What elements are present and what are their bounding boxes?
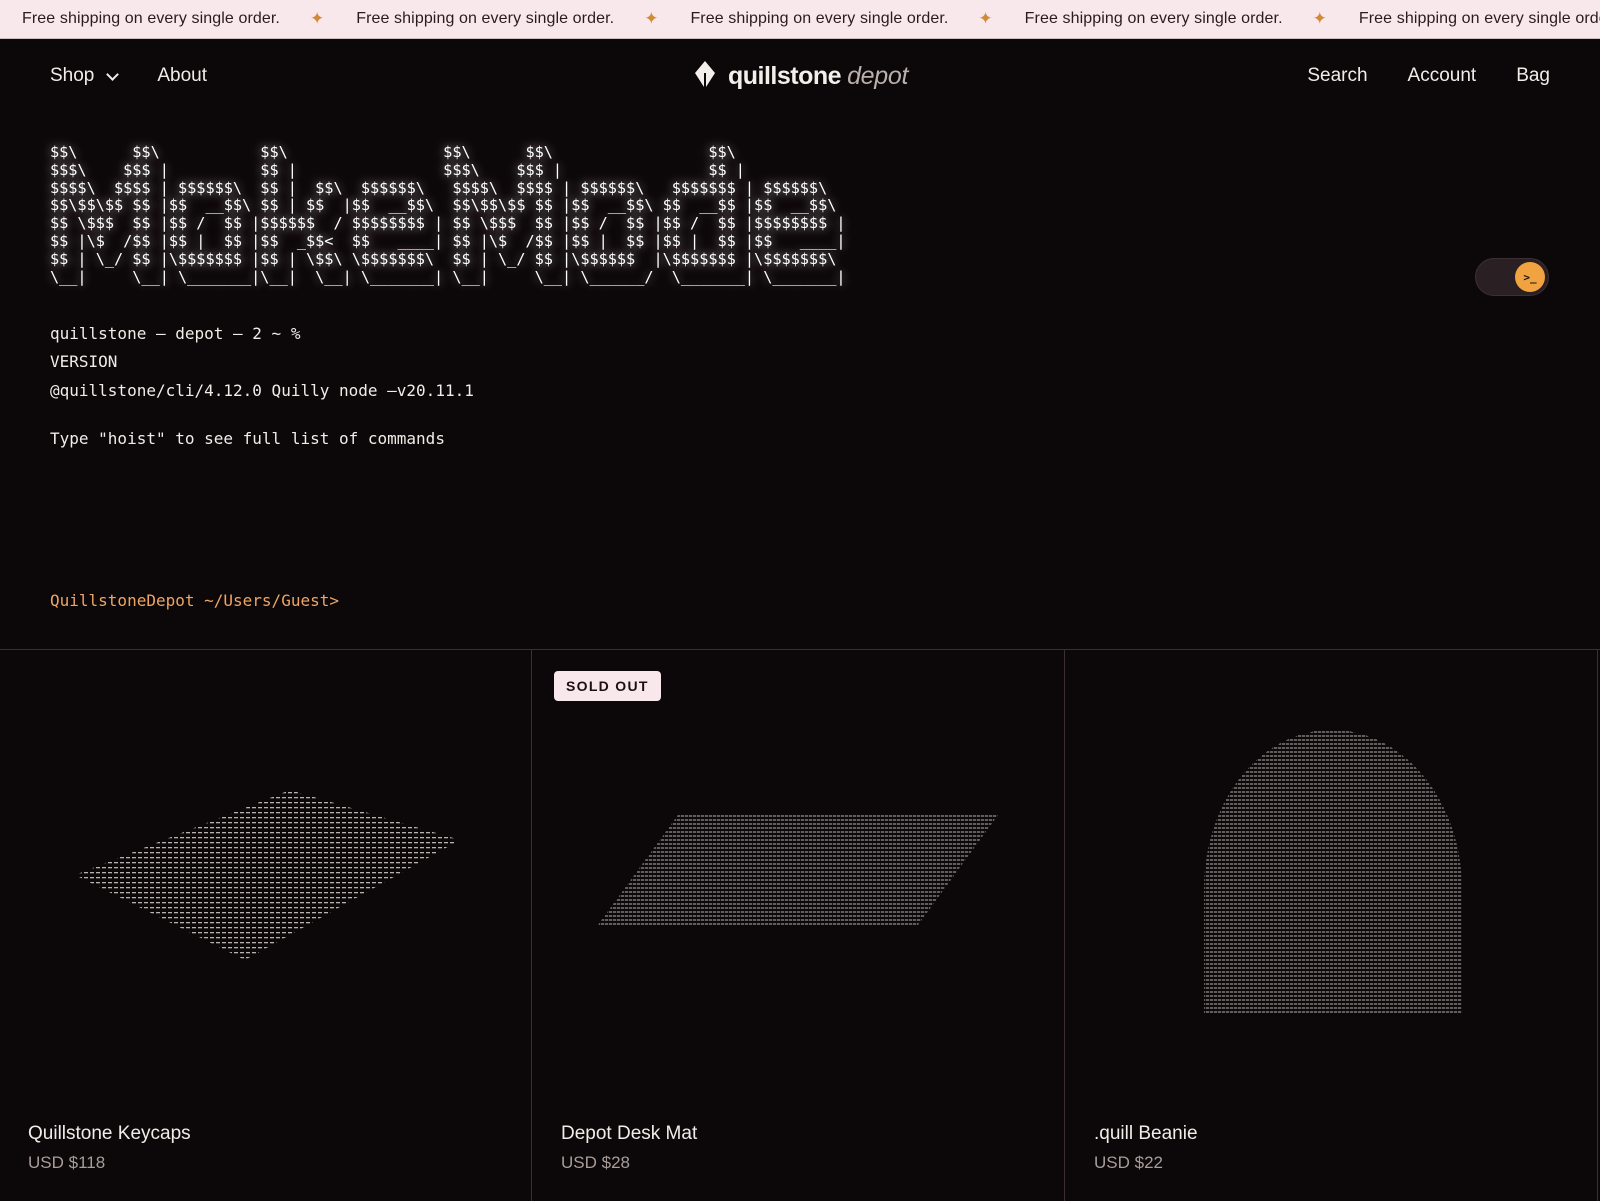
- terminal-help-text: Type "hoist" to see full list of command…: [50, 429, 445, 448]
- sparkle-icon: ✦: [644, 9, 659, 28]
- sparkle-icon: ✦: [309, 9, 325, 28]
- nav-about-label: About: [157, 65, 208, 86]
- logo-wordmark: quillstone: [728, 61, 842, 90]
- desk-mat-ascii-art: [598, 815, 998, 925]
- product-grid: Quillstone Keycaps USD $118 SOLD OUT Dep…: [0, 649, 1600, 1201]
- announcement-banner: Free shipping on every single order. ✦ F…: [0, 0, 1600, 39]
- primary-nav: Shop About: [50, 38, 207, 114]
- banner-message: Free shipping on every single order.: [1358, 10, 1600, 27]
- nav-shop[interactable]: Shop: [50, 65, 120, 87]
- nav-bag[interactable]: Bag: [1516, 65, 1550, 87]
- product-name[interactable]: .quill Beanie: [1094, 1123, 1198, 1145]
- product-name[interactable]: Depot Desk Mat: [561, 1123, 697, 1145]
- terminal-version-label: VERSION: [50, 352, 118, 371]
- beanie-ascii-art: [1204, 730, 1462, 1015]
- banner-message: Free shipping on every single order.: [1024, 10, 1283, 27]
- nav-about[interactable]: About: [157, 65, 207, 87]
- sparkle-icon: ✦: [978, 9, 993, 28]
- logo-subtitle: depot: [847, 61, 909, 90]
- terminal-hero[interactable]: $$\ $$\ $$\ $$\ $$\ $$\ $$$\ $$$ | $$ | …: [0, 114, 1600, 649]
- utility-nav: Search Account Bag: [1307, 38, 1550, 114]
- ascii-title-art: $$\ $$\ $$\ $$\ $$\ $$\ $$$\ $$$ | $$ | …: [50, 143, 846, 286]
- banner-message: Free shipping on every single order.: [356, 10, 615, 27]
- nav-search[interactable]: Search: [1307, 65, 1367, 87]
- site-header: Shop About quillstone depot Search Accoun…: [0, 38, 1600, 114]
- chevron-down-icon: [106, 67, 120, 81]
- banner-message: Free shipping on every single order.: [690, 10, 949, 27]
- product-price: USD $28: [561, 1153, 630, 1172]
- product-card[interactable]: Quillstone Keycaps USD $118: [0, 650, 532, 1201]
- terminal-version-value: @quillstone/cli/4.12.0 Quilly node –v20.…: [50, 381, 474, 400]
- product-price: USD $118: [28, 1153, 106, 1172]
- sparkle-icon: ✦: [1312, 9, 1327, 28]
- product-card[interactable]: SOLD OUT Depot Desk Mat USD $28: [533, 650, 1065, 1201]
- terminal-mode-toggle[interactable]: >_: [1475, 258, 1549, 296]
- banner-marquee: Free shipping on every single order. ✦ F…: [22, 0, 1600, 38]
- banner-message: Free shipping on every single order.: [22, 10, 280, 27]
- product-price: USD $22: [1094, 1153, 1163, 1172]
- quill-logo-icon: [694, 60, 716, 92]
- terminal-session-line: quillstone — depot — 2 ~ %: [50, 324, 301, 343]
- site-logo[interactable]: quillstone depot: [694, 38, 908, 114]
- terminal-prompt-icon: >_: [1515, 262, 1545, 292]
- product-name[interactable]: Quillstone Keycaps: [28, 1123, 191, 1145]
- keycaps-ascii-art: [75, 790, 460, 960]
- product-card[interactable]: .quill Beanie USD $22: [1066, 650, 1598, 1201]
- nav-account[interactable]: Account: [1408, 65, 1477, 87]
- sold-out-badge: SOLD OUT: [554, 671, 661, 701]
- terminal-prompt[interactable]: QuillstoneDepot ~/Users/Guest>: [50, 591, 339, 610]
- nav-shop-label: Shop: [50, 65, 95, 86]
